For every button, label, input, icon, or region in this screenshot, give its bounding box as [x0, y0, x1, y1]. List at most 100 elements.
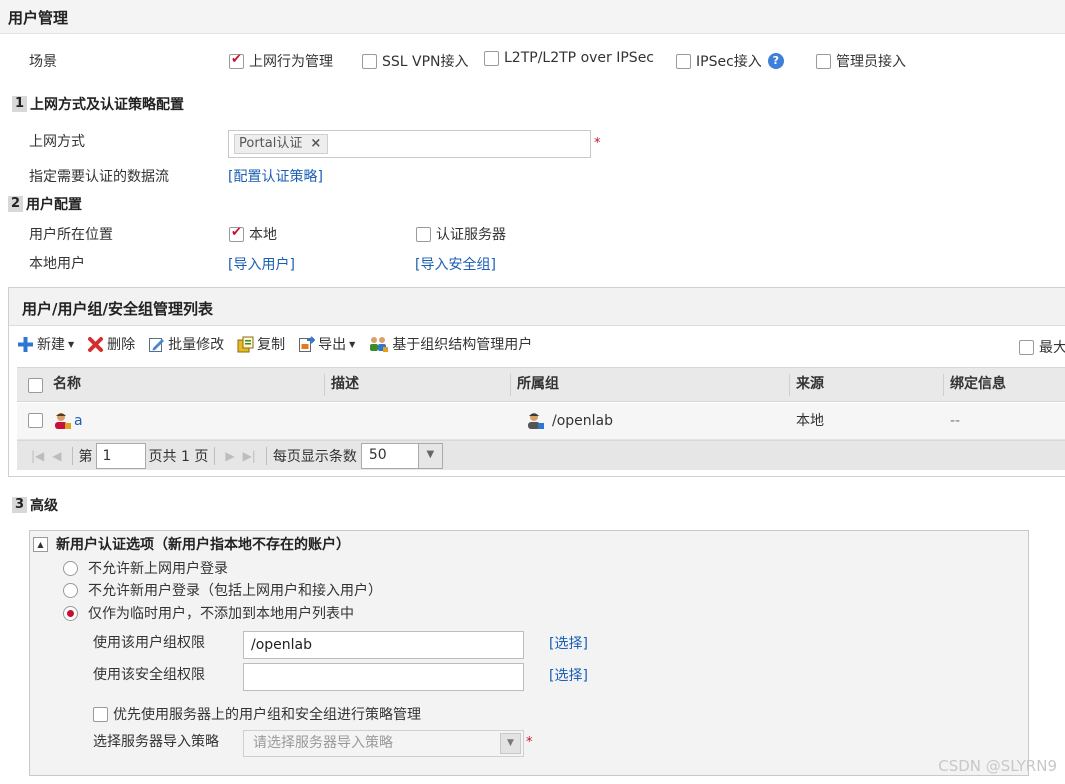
- column-divider[interactable]: [943, 374, 944, 396]
- scenario-option-sslvpn[interactable]: SSL VPN接入: [362, 51, 469, 71]
- scenario-label: 场景: [29, 54, 57, 70]
- location-option-local[interactable]: 本地: [229, 224, 277, 244]
- first-page-icon[interactable]: |◀: [31, 449, 44, 463]
- batch-edit-label: 批量修改: [168, 337, 225, 353]
- batch-edit-button[interactable]: 批量修改: [148, 334, 224, 354]
- section-1-heading: 1 上网方式及认证策略配置: [12, 94, 184, 114]
- export-button[interactable]: 导出 ▼: [298, 334, 355, 354]
- copy-label: 复制: [257, 337, 286, 353]
- tag-remove-icon[interactable]: ×: [310, 136, 321, 151]
- maximize-option[interactable]: 最大: [1019, 337, 1065, 357]
- checkbox-icon[interactable]: [676, 53, 691, 69]
- radio-option-temporary-user[interactable]: 仅作为临时用户，不添加到本地用户列表中: [63, 603, 354, 623]
- user-binding-cell: --: [950, 413, 961, 429]
- access-method-tag: Portal认证 ×: [234, 134, 329, 154]
- column-header-description[interactable]: 描述: [331, 368, 359, 401]
- server-import-policy-label: 选择服务器导入策略: [93, 734, 219, 750]
- user-source-cell: 本地: [796, 413, 824, 429]
- export-label: 导出: [318, 337, 347, 353]
- section-number: 1: [12, 96, 28, 112]
- user-list-panel: 用户/用户组/安全组管理列表 新建 ▼ 删除 批量修改 复制 导出 ▼ 基于组织…: [8, 287, 1065, 477]
- select-security-group-link[interactable]: [选择]: [549, 665, 588, 685]
- user-group-permission-input[interactable]: /openlab: [243, 631, 524, 659]
- plus-icon: [17, 336, 34, 353]
- dropdown-caret-icon: ▼: [349, 339, 356, 349]
- section-3-heading: 3 高级: [12, 495, 58, 515]
- column-divider[interactable]: [789, 374, 790, 396]
- prev-page-icon[interactable]: ◀: [52, 449, 61, 463]
- help-icon[interactable]: ?: [767, 53, 784, 69]
- checkbox-icon[interactable]: [484, 50, 499, 66]
- org-structure-button[interactable]: 基于组织结构管理用户: [368, 334, 532, 354]
- select-all-checkbox[interactable]: [28, 377, 43, 393]
- chevron-down-icon[interactable]: ▼: [500, 733, 521, 754]
- page-total: 页共 1 页: [148, 448, 209, 465]
- page-number-input[interactable]: 1: [95, 442, 146, 469]
- radio-option-deny-internet-users[interactable]: 不允许新上网用户登录: [63, 558, 228, 578]
- new-label: 新建: [37, 337, 65, 353]
- section-2-heading: 2 用户配置: [8, 194, 82, 214]
- row-checkbox[interactable]: [28, 412, 43, 428]
- scenario-option-behavior[interactable]: 上网行为管理: [229, 51, 333, 71]
- last-page-icon[interactable]: ▶|: [243, 449, 256, 463]
- per-page-label: 每页显示条数: [272, 448, 357, 465]
- per-page-select[interactable]: 50 ▼: [360, 442, 443, 469]
- delete-button[interactable]: 删除: [87, 334, 135, 354]
- location-option-auth-server[interactable]: 认证服务器: [416, 224, 506, 244]
- import-user-link[interactable]: [导入用户]: [228, 254, 295, 274]
- radio-button-selected[interactable]: [63, 605, 78, 621]
- scenario-option-l2tp[interactable]: L2TP/L2TP over IPSec: [484, 50, 654, 66]
- prefer-server-groups-option[interactable]: 优先使用服务器上的用户组和安全组进行策略管理: [93, 704, 421, 724]
- radio-option-deny-all-new-users[interactable]: 不允许新用户登录（包括上网用户和接入用户）: [63, 580, 382, 600]
- checkbox-checked-icon[interactable]: [229, 52, 244, 69]
- chevron-down-icon[interactable]: ▼: [417, 443, 442, 468]
- export-icon: [298, 335, 316, 353]
- radio-button[interactable]: [63, 560, 78, 576]
- box-title: 新用户认证选项（新用户指本地不存在的账户）: [56, 537, 350, 553]
- column-header-name[interactable]: 名称: [53, 368, 81, 401]
- column-header-binding[interactable]: 绑定信息: [950, 368, 1006, 401]
- toolbar: 新建 ▼ 删除 批量修改 复制 导出 ▼ 基于组织结构管理用户: [17, 334, 545, 354]
- next-page-icon[interactable]: ▶: [225, 449, 234, 463]
- radio-label: 不允许新上网用户登录: [88, 561, 228, 577]
- checkbox-icon[interactable]: [93, 706, 108, 722]
- pager-divider: [71, 446, 73, 465]
- page-title: 用户管理: [8, 9, 69, 27]
- access-method-field[interactable]: Portal认证 ×: [228, 130, 591, 158]
- column-divider[interactable]: [324, 374, 325, 396]
- select-user-group-link[interactable]: [选择]: [549, 633, 588, 653]
- section-number: 2: [8, 196, 24, 212]
- edit-icon: [148, 336, 165, 353]
- copy-button[interactable]: 复制: [237, 334, 285, 354]
- configure-auth-policy-link[interactable]: [配置认证策略]: [228, 166, 323, 186]
- access-method-label: 上网方式: [29, 134, 85, 150]
- import-security-group-link[interactable]: [导入安全组]: [415, 254, 496, 274]
- checkbox-checked-icon[interactable]: [229, 225, 244, 242]
- page-prefix: 第: [78, 448, 93, 465]
- user-icon: [55, 413, 71, 429]
- security-group-permission-input[interactable]: [243, 663, 524, 691]
- user-group-cell: /openlab: [526, 403, 613, 439]
- user-group-icon: [528, 413, 544, 429]
- new-button[interactable]: 新建 ▼: [17, 334, 74, 354]
- server-import-policy-select[interactable]: 请选择服务器导入策略 ▼: [243, 730, 524, 757]
- collapse-icon[interactable]: ▲: [33, 536, 48, 552]
- radio-button[interactable]: [63, 582, 78, 598]
- scenario-option-label: 上网行为管理: [249, 54, 333, 70]
- table-row[interactable]: a /openlab 本地 --: [17, 403, 1065, 440]
- location-option-label: 认证服务器: [436, 227, 506, 243]
- scenario-option-admin[interactable]: 管理员接入: [816, 51, 906, 71]
- checkbox-icon[interactable]: [362, 53, 377, 69]
- user-group-text: /openlab: [552, 413, 614, 429]
- checkbox-icon[interactable]: [416, 226, 431, 242]
- column-header-group[interactable]: 所属组: [517, 368, 559, 401]
- column-header-source[interactable]: 来源: [796, 368, 824, 401]
- column-divider[interactable]: [510, 374, 511, 396]
- user-name-link[interactable]: a: [74, 403, 83, 439]
- scenario-option-ipsec[interactable]: IPSec接入 ?: [676, 51, 784, 71]
- panel-header: 用户/用户组/安全组管理列表: [9, 288, 1065, 326]
- checkbox-icon[interactable]: [816, 53, 831, 69]
- dropdown-caret-icon: ▼: [68, 339, 75, 349]
- radio-label: 不允许新用户登录（包括上网用户和接入用户）: [88, 583, 382, 599]
- checkbox-icon[interactable]: [1019, 339, 1034, 355]
